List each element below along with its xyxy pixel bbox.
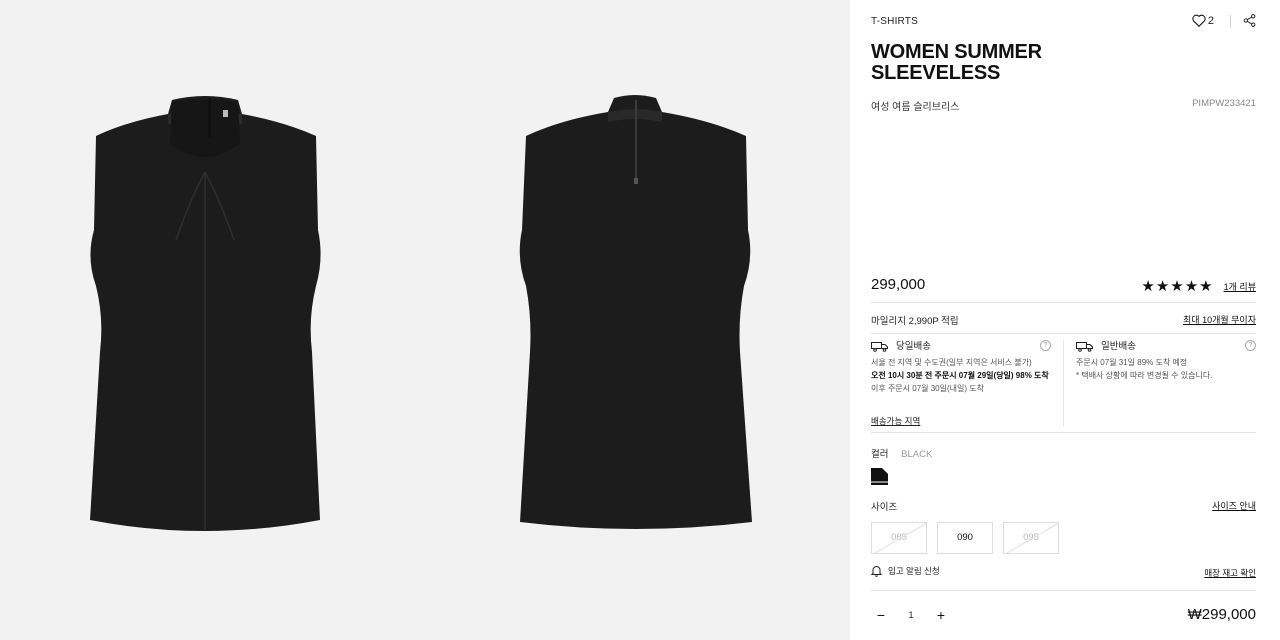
restock-alert-button[interactable]: 입고 알림 신청 bbox=[871, 565, 940, 577]
heart-icon bbox=[1192, 14, 1206, 27]
quantity-increase-button[interactable]: + bbox=[931, 605, 951, 625]
restock-alert-label: 입고 알림 신청 bbox=[888, 566, 940, 576]
divider bbox=[1230, 14, 1231, 27]
share-icon bbox=[1243, 14, 1256, 27]
product-code: PIMPW233421 bbox=[1192, 98, 1256, 109]
installment-link[interactable]: 최대 10개월 무이자 bbox=[1183, 313, 1256, 326]
standard-line1: 주문시 07월 31일 89% 도착 예정 bbox=[1076, 358, 1188, 367]
delivery-area-link[interactable]: 배송가능 지역 bbox=[871, 415, 920, 427]
quantity-value[interactable]: 1 bbox=[891, 610, 931, 620]
mileage-text: 마일리지 2,990P 적립 bbox=[871, 316, 959, 327]
bell-icon bbox=[871, 566, 882, 577]
truck-icon bbox=[1076, 342, 1093, 352]
color-label: 컬러 bbox=[871, 449, 889, 460]
product-price: 299,000 bbox=[871, 276, 926, 293]
total-price: ₩299,000 bbox=[1187, 606, 1256, 623]
product-subname: 여성 여름 슬리브리스 bbox=[871, 102, 960, 113]
divider bbox=[871, 333, 1256, 334]
size-option-090[interactable]: 090 bbox=[937, 522, 993, 554]
like-count: 2 bbox=[1207, 14, 1214, 27]
color-swatch-black[interactable] bbox=[871, 468, 888, 485]
same-day-line1: 서울 전 지역 및 수도권(일부 지역은 서비스 불가) bbox=[871, 358, 1032, 367]
standard-shipping: 일반배송 주문시 07월 31일 89% 도착 예정 * 택배사 상황에 따라 … bbox=[1076, 340, 1256, 382]
star-rating-icon: ★★★★★ bbox=[1141, 278, 1214, 295]
same-day-shipping: 당일배송 서울 전 지역 및 수도권(일부 지역은 서비스 불가) 오전 10시… bbox=[871, 340, 1061, 395]
same-day-line3: 이후 주문시 07월 30일(내일) 도착 bbox=[871, 384, 984, 393]
quantity-decrease-button[interactable]: − bbox=[871, 605, 891, 625]
size-guide-link[interactable]: 사이즈 안내 bbox=[1212, 499, 1256, 512]
same-day-title: 당일배송 bbox=[896, 341, 931, 352]
size-label: 사이즈 bbox=[871, 502, 898, 513]
size-option-085[interactable]: 085 bbox=[871, 522, 927, 554]
truck-icon bbox=[871, 342, 888, 352]
color-row: 컬러 BLACK bbox=[871, 446, 932, 460]
product-detail-panel: T-SHIRTS 2 WOMEN SUMMER SLEEVELESS 여성 여름… bbox=[850, 0, 1280, 640]
divider bbox=[871, 590, 1256, 591]
divider bbox=[871, 302, 1256, 303]
breadcrumb-category[interactable]: T-SHIRTS bbox=[871, 16, 918, 27]
standard-title: 일반배송 bbox=[1101, 341, 1136, 352]
share-button[interactable] bbox=[1243, 14, 1256, 27]
quantity-stepper: − 1 + bbox=[871, 605, 951, 625]
color-value: BLACK bbox=[901, 449, 933, 460]
review-link[interactable]: 1개 리뷰 bbox=[1224, 280, 1256, 293]
product-image-front[interactable] bbox=[80, 90, 330, 550]
divider bbox=[871, 432, 1256, 433]
standard-line2: * 택배사 상황에 따라 변경될 수 있습니다. bbox=[1076, 371, 1213, 380]
help-icon[interactable]: ? bbox=[1040, 340, 1051, 351]
product-image-gallery bbox=[0, 0, 850, 640]
same-day-line2: 오전 10시 30분 전 주문시 07월 29일(당일) 98% 도착 bbox=[871, 371, 1049, 380]
like-button[interactable]: 2 bbox=[1192, 14, 1214, 27]
divider bbox=[1063, 340, 1064, 426]
store-stock-link[interactable]: 매장 재고 확인 bbox=[1204, 567, 1256, 579]
product-image-back[interactable] bbox=[510, 90, 760, 540]
help-icon[interactable]: ? bbox=[1245, 340, 1256, 351]
product-title: WOMEN SUMMER SLEEVELESS bbox=[871, 41, 1042, 84]
top-actions: 2 bbox=[1192, 14, 1256, 27]
size-option-095[interactable]: 095 bbox=[1003, 522, 1059, 554]
rating: ★★★★★ 1개 리뷰 bbox=[1141, 277, 1256, 295]
